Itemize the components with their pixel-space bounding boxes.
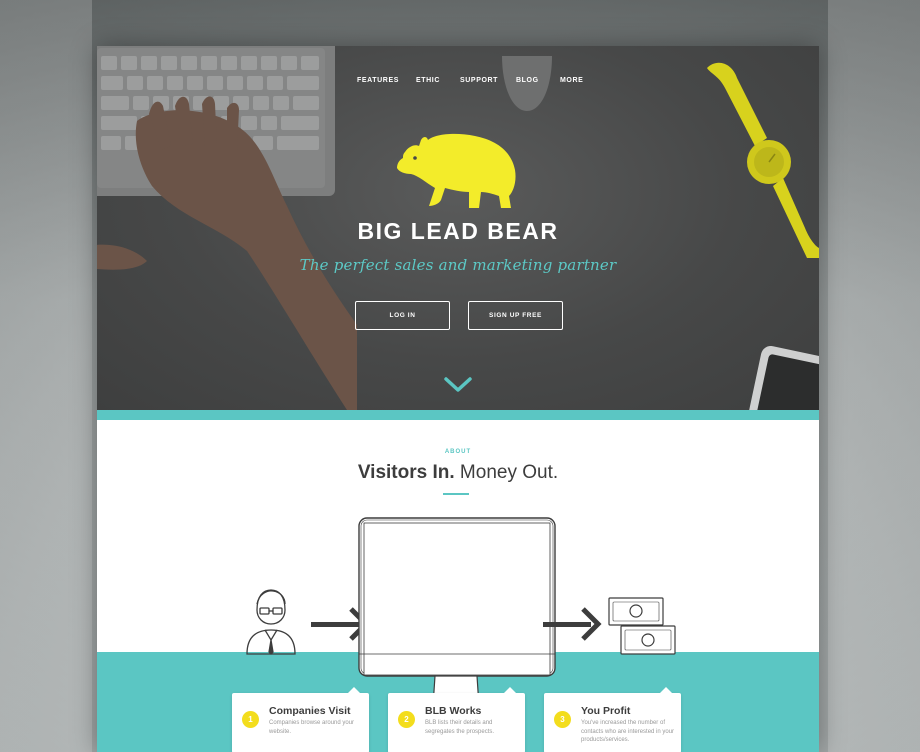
step-title: Companies Visit — [269, 705, 351, 717]
money-bills-icon — [608, 597, 676, 655]
chevron-down-icon[interactable] — [443, 376, 473, 394]
nav-item-ethic[interactable]: ETHIC — [416, 77, 440, 84]
hero-section: FEATURES ETHIC SUPPORT BLOG MORE BIG LEA… — [97, 46, 819, 410]
card-notch — [504, 687, 516, 693]
step-title: BLB Works — [425, 705, 482, 717]
monitor-icon — [358, 517, 556, 711]
step-card-you-profit: 3 You Profit You've increased the number… — [544, 687, 681, 752]
nav-item-features[interactable]: FEATURES — [357, 77, 399, 84]
about-label: ABOUT — [444, 449, 472, 455]
about-title: Visitors In. Money Out. — [97, 462, 819, 484]
signup-button[interactable]: SIGN UP FREE — [468, 301, 563, 330]
step-card-blb-works: 2 BLB Works BLB lists their details and … — [388, 687, 525, 752]
arrow-right-icon — [311, 607, 370, 641]
tagline: The perfect sales and marketing partner — [299, 256, 617, 274]
about-title-rest: Money Out. — [454, 462, 559, 483]
visitor-person-icon — [246, 589, 296, 655]
bear-logo-icon — [397, 133, 516, 208]
nav-item-blog[interactable]: BLOG — [516, 77, 539, 84]
step-number-badge: 3 — [554, 711, 571, 728]
phone-photo — [748, 346, 819, 410]
step-description: You've increased the number of contacts … — [581, 720, 675, 743]
card-notch — [660, 687, 672, 693]
brand-name: BIG LEAD BEAR — [357, 218, 559, 244]
nav-item-support[interactable]: SUPPORT — [460, 77, 498, 84]
step-number-badge: 2 — [398, 711, 415, 728]
nav-item-more[interactable]: MORE — [560, 77, 583, 84]
login-button[interactable]: LOG IN — [355, 301, 450, 330]
about-divider — [443, 493, 469, 495]
step-card-companies-visit: 1 Companies Visit Companies browse aroun… — [232, 687, 369, 752]
card-notch — [348, 687, 360, 693]
about-title-bold: Visitors In. — [357, 462, 455, 483]
step-number-badge: 1 — [242, 711, 259, 728]
hero-bottom-strip — [97, 410, 819, 420]
main-nav: FEATURES ETHIC SUPPORT BLOG MORE — [97, 77, 819, 91]
step-title: You Profit — [581, 705, 631, 717]
step-description: BLB lists their details and segregates t… — [425, 720, 495, 735]
step-description: Companies browse around your website. — [269, 720, 355, 735]
website-mockup: FEATURES ETHIC SUPPORT BLOG MORE BIG LEA… — [97, 46, 819, 752]
